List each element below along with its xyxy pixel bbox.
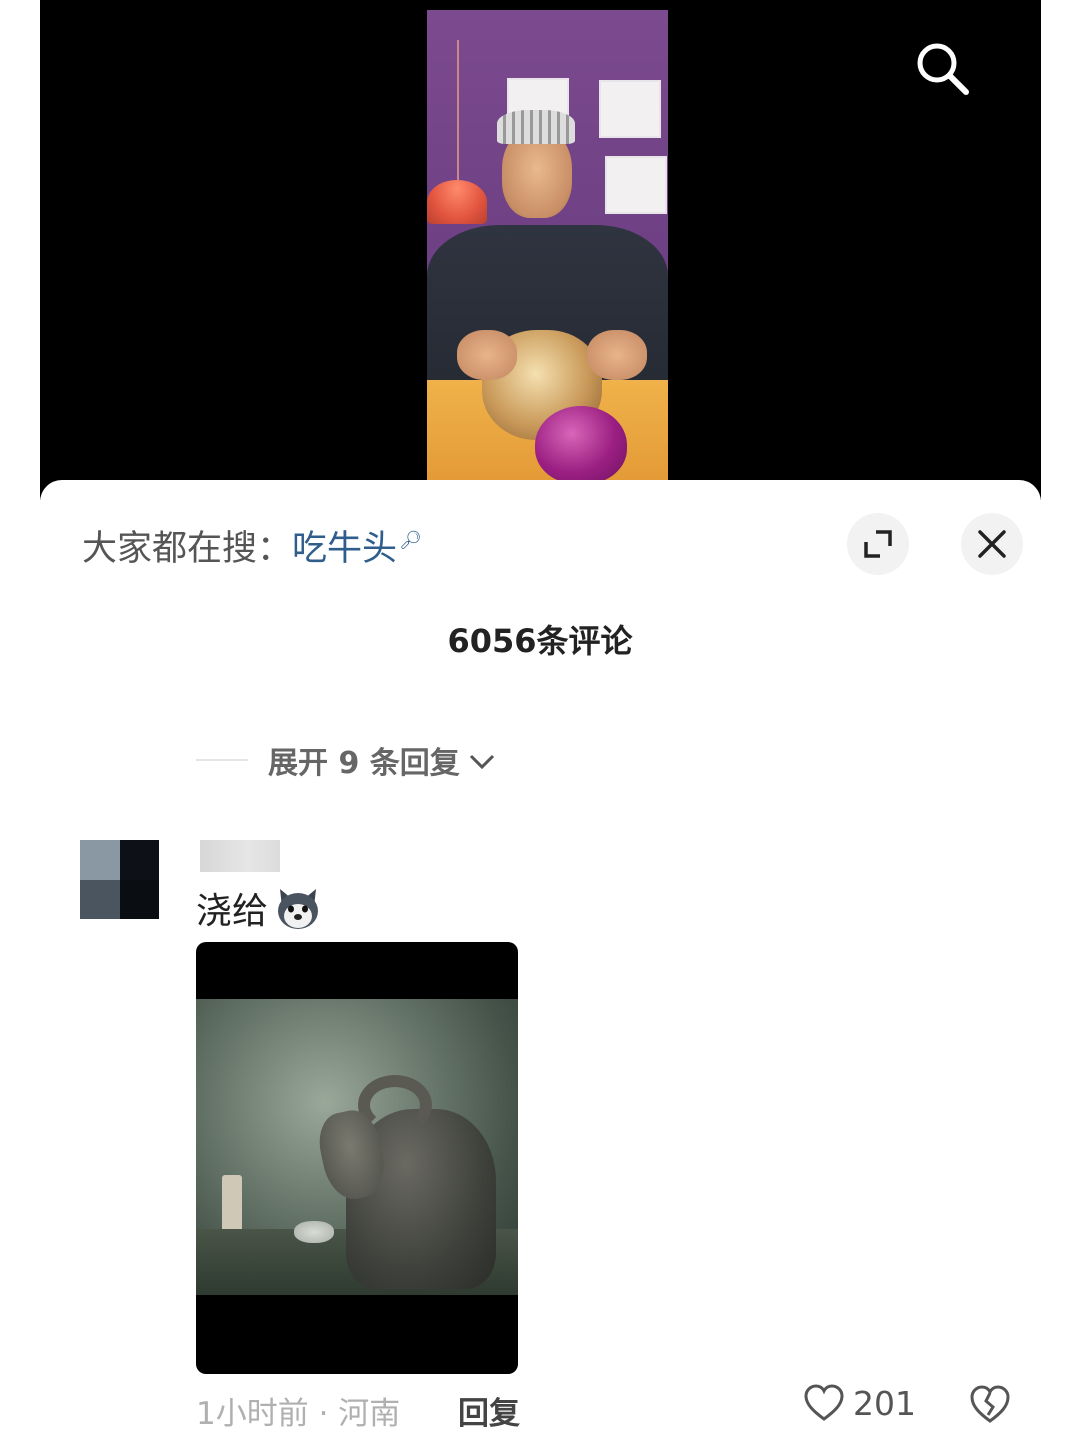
expand-replies-button[interactable]: 展开 9 条回复 xyxy=(196,738,496,782)
wall-picture xyxy=(605,156,667,214)
reply-button[interactable]: 回复 xyxy=(458,1388,520,1433)
username[interactable] xyxy=(200,840,280,872)
expand-replies-label: 展开 9 条回复 xyxy=(268,746,460,781)
broken-heart-icon xyxy=(970,1385,1010,1423)
close-icon xyxy=(978,530,1006,558)
like-count: 201 xyxy=(853,1383,916,1423)
search-icon xyxy=(917,43,969,95)
hot-search-prefix: 大家都在搜： xyxy=(82,529,293,569)
search-button[interactable] xyxy=(912,38,972,98)
close-button[interactable] xyxy=(961,513,1023,575)
wall-picture xyxy=(599,80,661,138)
comment-body: 浇给 xyxy=(196,882,322,934)
like-button[interactable]: 201 xyxy=(803,1383,916,1423)
dislike-button[interactable] xyxy=(968,1383,1012,1429)
left-hand xyxy=(457,330,517,380)
red-onion xyxy=(535,406,627,484)
video-player[interactable] xyxy=(40,0,1041,500)
right-hand xyxy=(587,330,647,380)
video-frame[interactable] xyxy=(427,10,668,484)
husky-dog-emoji xyxy=(278,889,319,929)
comment-text: 浇给 xyxy=(196,891,269,932)
comment-time-location: 1小时前 · 河南 xyxy=(196,1396,401,1432)
expand-button[interactable] xyxy=(847,513,909,575)
divider-line xyxy=(196,759,248,761)
avatar[interactable] xyxy=(80,840,159,919)
hot-search-keyword[interactable]: 吃牛头 xyxy=(292,529,397,569)
person-hat xyxy=(497,110,575,144)
pendant-lamp xyxy=(427,180,487,224)
heart-icon xyxy=(804,1384,844,1421)
magnifier-small-icon: 🔎︎ xyxy=(399,530,422,551)
stone-face xyxy=(294,1221,334,1243)
comment-count: 6056条评论 xyxy=(447,622,633,660)
lamp-cord xyxy=(457,40,459,180)
hot-search-bar[interactable]: 大家都在搜：吃牛头 🔎︎ xyxy=(82,520,422,571)
comment-image[interactable] xyxy=(196,942,518,1374)
expand-icon xyxy=(864,530,892,558)
chevron-down-icon xyxy=(469,754,494,770)
image-scene xyxy=(196,999,518,1295)
